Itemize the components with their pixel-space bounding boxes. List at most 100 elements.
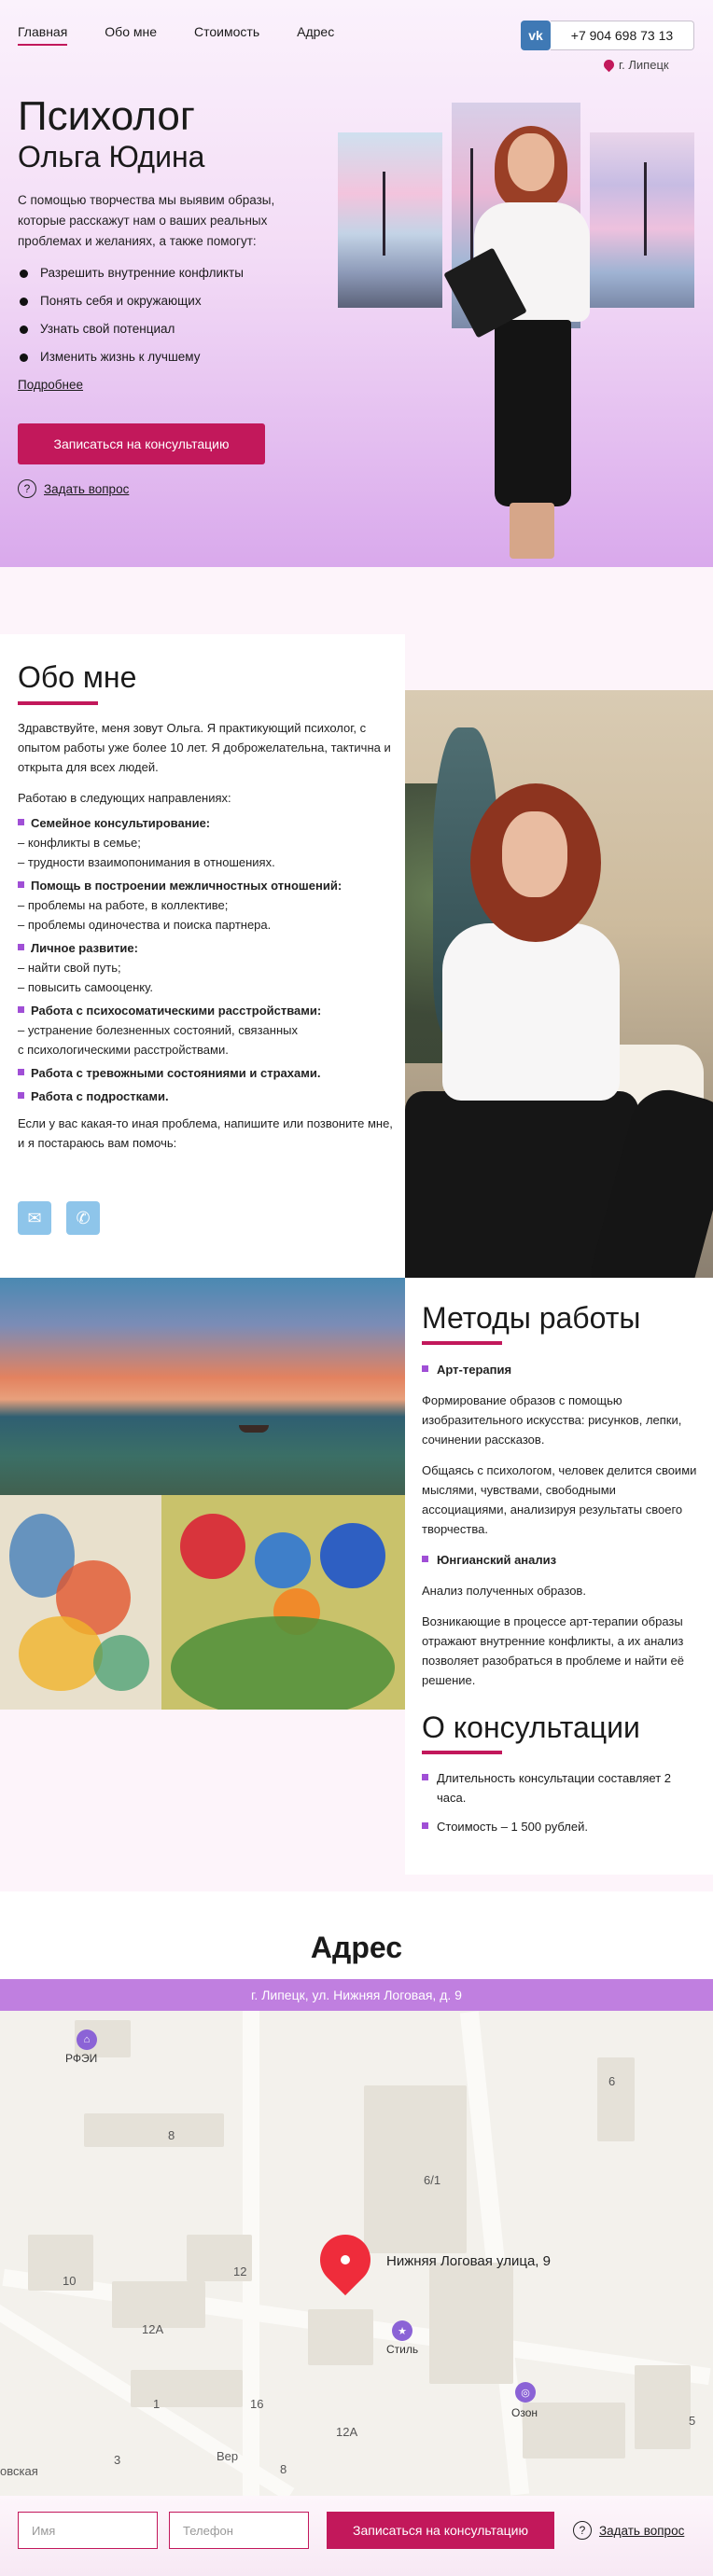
- contact-icons: ✉ ✆: [18, 1201, 100, 1235]
- consult-list: Длительность консультации составляет 2 ч…: [422, 1768, 702, 1846]
- method-head: Арт-терапия: [422, 1360, 702, 1379]
- main-nav: Главная Обо мне Стоимость Адрес: [18, 24, 371, 46]
- map-building: [112, 2281, 205, 2328]
- list-item: Узнать свой потенциал: [18, 315, 244, 343]
- portrait-skirt: [495, 320, 571, 506]
- ask-question-link[interactable]: ? Задать вопрос: [18, 479, 129, 498]
- tree-shape: [383, 171, 385, 256]
- map-marker-dot: [341, 2255, 350, 2264]
- question-icon: ?: [573, 2521, 592, 2540]
- paint-blob: [171, 1616, 395, 1710]
- hero-title: Психолог: [18, 93, 195, 139]
- map-number: 16: [250, 2397, 264, 2411]
- map-building: [635, 2365, 691, 2449]
- method-head: Юнгианский анализ: [422, 1550, 702, 1570]
- direction-head: Работа с психосоматическими расстройства…: [18, 1001, 396, 1020]
- ask-question-link[interactable]: ? Задать вопрос: [573, 2521, 684, 2540]
- map-building: [597, 2057, 635, 2141]
- paint-blob: [180, 1514, 245, 1579]
- map-building: [364, 2085, 467, 2253]
- list-item: Длительность консультации составляет 2 ч…: [422, 1768, 702, 1807]
- direction-item: Работа с подростками.: [18, 1087, 396, 1106]
- direction-head: Работа с подростками.: [18, 1087, 396, 1106]
- map-number: 3: [114, 2453, 121, 2467]
- mail-icon[interactable]: ✉: [18, 1201, 51, 1235]
- poi-label: Озон: [511, 2406, 538, 2419]
- map-building: [523, 2403, 625, 2458]
- phone-icon[interactable]: ✆: [66, 1201, 100, 1235]
- location-pin-icon: [601, 57, 617, 73]
- about-text: Здравствуйте, меня зовут Ольга. Я практи…: [18, 718, 396, 1164]
- direction-head: Работа с тревожными состояниями и страха…: [18, 1063, 396, 1083]
- vk-icon[interactable]: vk: [521, 21, 551, 50]
- direction-head: Семейное консультирование:: [18, 813, 396, 833]
- direction-line: – проблемы одиночества и поиска партнера…: [18, 918, 272, 932]
- hero-portrait: [443, 126, 607, 567]
- hero-name: Ольга Юдина: [18, 140, 205, 173]
- map-number: 8: [168, 2128, 175, 2142]
- about-outro: Если у вас какая-то иная проблема, напиш…: [18, 1116, 393, 1150]
- map-building: [28, 2235, 93, 2291]
- phone-input[interactable]: [169, 2512, 309, 2549]
- nav-item-home[interactable]: Главная: [18, 24, 68, 46]
- nav-item-address[interactable]: Адрес: [297, 24, 334, 46]
- map-street-label: овская: [0, 2464, 38, 2478]
- direction-line: с психологическими расстройствами.: [18, 1043, 229, 1057]
- address-title: Адрес: [310, 1931, 403, 1964]
- map-street-label: Вер: [217, 2449, 239, 2463]
- map-number: 1: [153, 2397, 161, 2411]
- shop-icon[interactable]: ★: [392, 2320, 412, 2341]
- paint-blob: [255, 1532, 311, 1588]
- direction-item: Личное развитие: – найти свой путь; – по…: [18, 938, 396, 997]
- vk-label: vk: [528, 28, 543, 43]
- map-building: [84, 2113, 224, 2147]
- direction-line: – повысить самооценку.: [18, 980, 153, 994]
- ozon-icon[interactable]: ◎: [515, 2382, 536, 2403]
- title-underline: [422, 1751, 502, 1754]
- list-item: Стоимость – 1 500 рублей.: [422, 1817, 702, 1836]
- portrait-legs: [510, 503, 554, 559]
- submit-button[interactable]: Записаться на консультацию: [327, 2512, 554, 2549]
- map-place-label: Нижняя Логовая улица, 9: [386, 2253, 551, 2269]
- nav-item-about[interactable]: Обо мне: [105, 24, 157, 46]
- method-paragraph: Формирование образов с помощью изобразит…: [422, 1393, 682, 1447]
- map-building: [308, 2309, 373, 2365]
- direction-line: – трудности взаимопонимания в отношениях…: [18, 855, 275, 869]
- map-number: 10: [63, 2274, 77, 2288]
- direction-head: Личное развитие:: [18, 938, 396, 958]
- direction-item: Работа с тревожными состояниями и страха…: [18, 1063, 396, 1083]
- question-icon: ?: [18, 479, 36, 498]
- paint-blob: [320, 1523, 385, 1588]
- list-item: Понять себя и окружающих: [18, 287, 244, 315]
- boat-shape: [239, 1425, 269, 1433]
- rfei-icon[interactable]: ⌂: [77, 2029, 97, 2050]
- consult-button[interactable]: Записаться на консультацию: [18, 423, 265, 464]
- consult-title: О консультации: [422, 1710, 640, 1744]
- map-building: [131, 2370, 243, 2407]
- more-link[interactable]: Подробнее: [18, 378, 83, 392]
- city-text: г. Липецк: [619, 58, 669, 72]
- map-number: 5: [689, 2414, 696, 2428]
- ask-question-label: Задать вопрос: [599, 2523, 685, 2538]
- methods-title: Методы работы: [422, 1301, 641, 1335]
- map-number: 12А: [142, 2322, 164, 2336]
- phone-number[interactable]: +7 904 698 73 13: [551, 21, 694, 50]
- artwork-mosaic: [0, 1495, 161, 1710]
- nav-item-price[interactable]: Стоимость: [194, 24, 259, 46]
- portrait-face: [508, 133, 554, 191]
- hero-intro: С помощью творчества мы выявим образы, к…: [18, 193, 275, 248]
- about-title: Обо мне: [18, 660, 137, 694]
- about-intro: Здравствуйте, меня зовут Ольга. Я практи…: [18, 721, 391, 774]
- map-number: 6: [608, 2074, 616, 2088]
- direction-line: – устранение болезненных состояний, связ…: [18, 1023, 298, 1037]
- direction-item: Семейное консультирование: – конфликты в…: [18, 813, 396, 872]
- name-input[interactable]: [18, 2512, 158, 2549]
- map-number: 8: [280, 2462, 287, 2476]
- list-item: Разрешить внутренние конфликты: [18, 259, 244, 287]
- hero-painting-left: [338, 132, 442, 308]
- hero-benefits-list: Разрешить внутренние конфликты Понять се…: [18, 259, 244, 371]
- address-bar: г. Липецк, ул. Нижняя Логовая, д. 9: [0, 1979, 713, 2011]
- direction-line: – найти свой путь;: [18, 961, 121, 975]
- directions-intro: Работаю в следующих направлениях:: [18, 791, 231, 805]
- artwork-flowers: [161, 1495, 405, 1710]
